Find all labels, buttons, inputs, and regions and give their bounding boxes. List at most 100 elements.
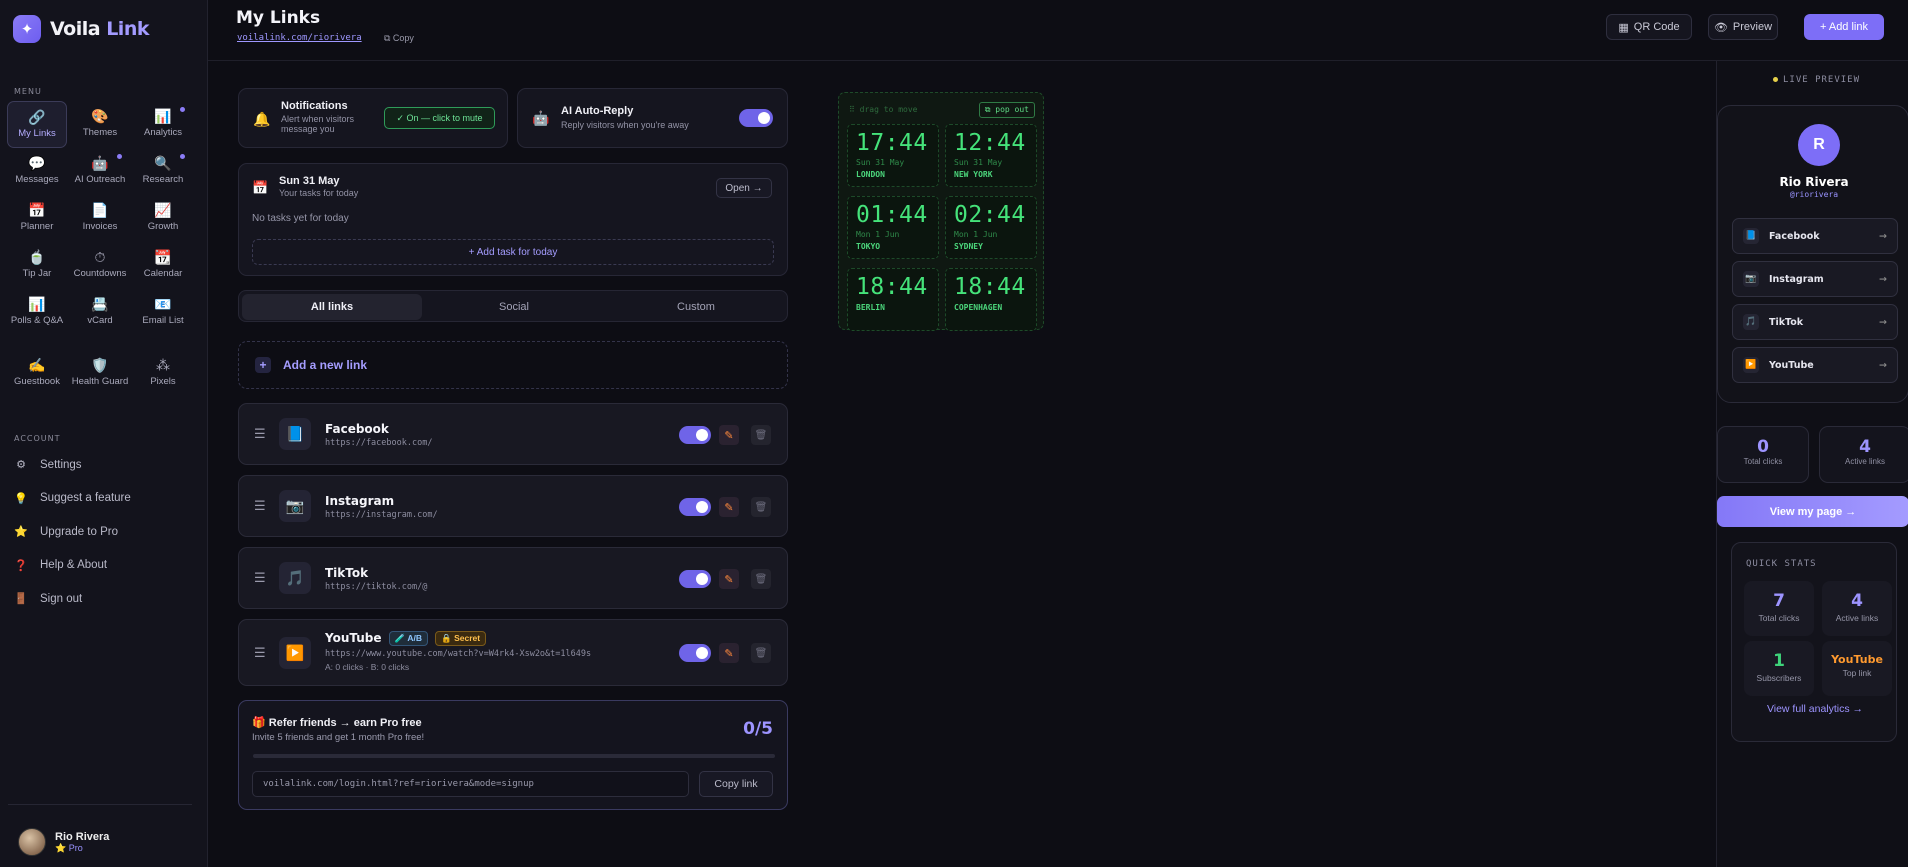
preview-link-youtube[interactable]: ▶️ YouTube → bbox=[1732, 347, 1898, 383]
link-card-facebook[interactable]: ☰ 📘 Facebook https://facebook.com/ ✎ 🗑 bbox=[238, 403, 788, 465]
quick-stats-title: QUICK STATS bbox=[1746, 559, 1817, 569]
preview-link-facebook[interactable]: 📘 Facebook → bbox=[1732, 218, 1898, 254]
link-card-youtube[interactable]: ☰ ▶️ YouTube 🧪 A/B 🔒 Secret https://www.… bbox=[238, 619, 788, 686]
referral-link-field[interactable]: voilalink.com/login.html?ref=riorivera&m… bbox=[252, 771, 689, 797]
link-toggle[interactable] bbox=[679, 644, 711, 662]
guestbook-icon: ✍️ bbox=[28, 357, 46, 373]
tab-social[interactable]: Social bbox=[424, 294, 604, 320]
sidebar-item-vcard[interactable]: 📇 vCard bbox=[70, 289, 130, 350]
link-url: https://tiktok.com/@ bbox=[325, 582, 428, 592]
preview-active-links: 4 Active links bbox=[1819, 426, 1908, 483]
open-tasks-button[interactable]: Open → bbox=[716, 178, 772, 198]
preview-link-tiktok[interactable]: 🎵 TikTok → bbox=[1732, 304, 1898, 340]
preview-link-instagram[interactable]: 📷 Instagram → bbox=[1732, 261, 1898, 297]
account-item-label: Sign out bbox=[40, 592, 83, 605]
link-toggle[interactable] bbox=[679, 498, 711, 516]
add-task-button[interactable]: + Add task for today bbox=[252, 239, 774, 265]
sidebar-item-messages[interactable]: 💬 Messages bbox=[7, 148, 67, 195]
qr-icon: ▦ bbox=[1618, 21, 1629, 34]
tab-all-links[interactable]: All links bbox=[242, 294, 422, 320]
account-item-sign-out[interactable]: 🚪 Sign out bbox=[14, 592, 194, 606]
sidebar-item-calendar[interactable]: 📆 Calendar bbox=[133, 242, 193, 289]
clock-time: 18:44 bbox=[954, 274, 1026, 300]
clock-time: 12:44 bbox=[954, 130, 1026, 156]
sidebar-item-invoices[interactable]: 📄 Invoices bbox=[70, 195, 130, 242]
sidebar-item-themes[interactable]: 🎨 Themes bbox=[70, 101, 130, 148]
tasks-sub: Your tasks for today bbox=[279, 188, 359, 198]
link-url: https://instagram.com/ bbox=[325, 510, 438, 520]
quick-stats-card: QUICK STATS 7 Total clicks 4 Active link… bbox=[1731, 542, 1897, 742]
page-title: My Links bbox=[236, 8, 321, 28]
profile-url-link[interactable]: voilalink.com/riorivera bbox=[237, 33, 362, 43]
arrow-right-icon: → bbox=[1879, 230, 1887, 242]
arrow-right-icon: → bbox=[1879, 273, 1887, 285]
polls-q-a-icon: 📊 bbox=[28, 296, 46, 312]
user-profile[interactable]: Rio Rivera ⭐ Pro bbox=[18, 828, 109, 856]
sidebar-item-countdowns[interactable]: ⏱ Countdowns bbox=[70, 242, 130, 289]
link-name: Instagram bbox=[325, 494, 395, 508]
copy-referral-button[interactable]: Copy link bbox=[699, 771, 773, 797]
preview-avatar: R bbox=[1798, 124, 1840, 166]
drag-handle-icon[interactable]: ☰ bbox=[254, 427, 266, 440]
ai-outreach-icon: 🤖 bbox=[91, 155, 109, 171]
user-plan: ⭐ Pro bbox=[55, 842, 83, 853]
sidebar-item-analytics[interactable]: 📊 Analytics bbox=[133, 101, 193, 148]
add-link-button[interactable]: + Add link bbox=[1804, 14, 1884, 40]
tasks-card: 📅 Sun 31 May Your tasks for today Open →… bbox=[238, 163, 788, 276]
delete-trash-icon[interactable]: 🗑 bbox=[751, 497, 771, 517]
notifications-toggle-button[interactable]: ✓ On — click to mute bbox=[384, 107, 495, 129]
auto-reply-toggle[interactable] bbox=[739, 109, 773, 127]
account-item-help-about[interactable]: ❓ Help & About bbox=[14, 559, 194, 572]
view-full-analytics-link[interactable]: View full analytics → bbox=[1732, 703, 1898, 715]
edit-pencil-icon[interactable]: ✎ bbox=[719, 569, 739, 589]
growth-icon: 📈 bbox=[154, 202, 172, 218]
add-new-link-button[interactable]: + Add a new link bbox=[238, 341, 788, 389]
sidebar: ✦ Voila Link MENU 🔗 My Links 🎨 Themes 📊 Analy… bbox=[0, 0, 208, 867]
edit-pencil-icon[interactable]: ✎ bbox=[719, 425, 739, 445]
sidebar-item-health-guard[interactable]: 🛡️ Health Guard bbox=[70, 350, 130, 411]
account-item-settings[interactable]: ⚙ Settings bbox=[14, 458, 194, 472]
account-item-icon: ⭐ bbox=[14, 526, 28, 538]
drag-handle-icon[interactable]: ☰ bbox=[254, 499, 266, 512]
sidebar-item-tip-jar[interactable]: 🍵 Tip Jar bbox=[7, 242, 67, 289]
sidebar-item-email-list[interactable]: 📧 Email List bbox=[133, 289, 193, 350]
world-clock-widget[interactable]: ⠿ drag to move ⧉ pop out 17:44 Sun 31 May… bbox=[838, 92, 1044, 331]
tab-custom[interactable]: Custom bbox=[606, 294, 786, 320]
auto-reply-title: AI Auto-Reply bbox=[561, 105, 634, 117]
delete-trash-icon[interactable]: 🗑 bbox=[751, 569, 771, 589]
edit-pencil-icon[interactable]: ✎ bbox=[719, 497, 739, 517]
sidebar-item-ai-outreach[interactable]: 🤖 AI Outreach bbox=[70, 148, 130, 195]
copy-url-button[interactable]: ⧉ Copy bbox=[384, 33, 414, 44]
arrow-right-icon: → bbox=[1879, 316, 1887, 328]
account-item-suggest-a-feature[interactable]: 💡 Suggest a feature bbox=[14, 492, 194, 505]
user-name: Rio Rivera bbox=[55, 830, 110, 843]
sidebar-item-label: AI Outreach bbox=[74, 174, 126, 185]
link-toggle[interactable] bbox=[679, 426, 711, 444]
sidebar-item-label: vCard bbox=[87, 315, 113, 326]
planner-icon: 📅 bbox=[28, 202, 46, 218]
sidebar-item-planner[interactable]: 📅 Planner bbox=[7, 195, 67, 242]
delete-trash-icon[interactable]: 🗑 bbox=[751, 643, 771, 663]
link-toggle[interactable] bbox=[679, 570, 711, 588]
sidebar-item-guestbook[interactable]: ✍️ Guestbook bbox=[7, 350, 67, 411]
link-card-instagram[interactable]: ☰ 📷 Instagram https://instagram.com/ ✎ 🗑 bbox=[238, 475, 788, 537]
qr-code-button[interactable]: ▦ QR Code bbox=[1606, 14, 1692, 40]
delete-trash-icon[interactable]: 🗑 bbox=[751, 425, 771, 445]
sidebar-item-my-links[interactable]: 🔗 My Links bbox=[7, 101, 67, 148]
sidebar-item-research[interactable]: 🔍 Research bbox=[133, 148, 193, 195]
account-item-upgrade-to-pro[interactable]: ⭐ Upgrade to Pro bbox=[14, 525, 194, 539]
logo[interactable]: ✦ Voila Link bbox=[13, 15, 149, 43]
preview-button[interactable]: 👁 Preview bbox=[1708, 14, 1778, 40]
sidebar-item-growth[interactable]: 📈 Growth bbox=[133, 195, 193, 242]
edit-pencil-icon[interactable]: ✎ bbox=[719, 643, 739, 663]
link-card-tiktok[interactable]: ☰ 🎵 TikTok https://tiktok.com/@ ✎ 🗑 bbox=[238, 547, 788, 609]
sidebar-item-pixels[interactable]: ⁂ Pixels bbox=[133, 350, 193, 411]
drag-hint[interactable]: ⠿ drag to move bbox=[849, 105, 917, 114]
clock-city: BERLIN bbox=[856, 303, 885, 312]
sidebar-item-label: Health Guard bbox=[71, 376, 129, 387]
view-my-page-button[interactable]: View my page → bbox=[1717, 496, 1908, 527]
drag-handle-icon[interactable]: ☰ bbox=[254, 571, 266, 584]
sidebar-item-polls-q-a[interactable]: 📊 Polls & Q&A bbox=[7, 289, 67, 350]
pop-out-button[interactable]: ⧉ pop out bbox=[978, 102, 1035, 118]
drag-handle-icon[interactable]: ☰ bbox=[254, 646, 266, 659]
